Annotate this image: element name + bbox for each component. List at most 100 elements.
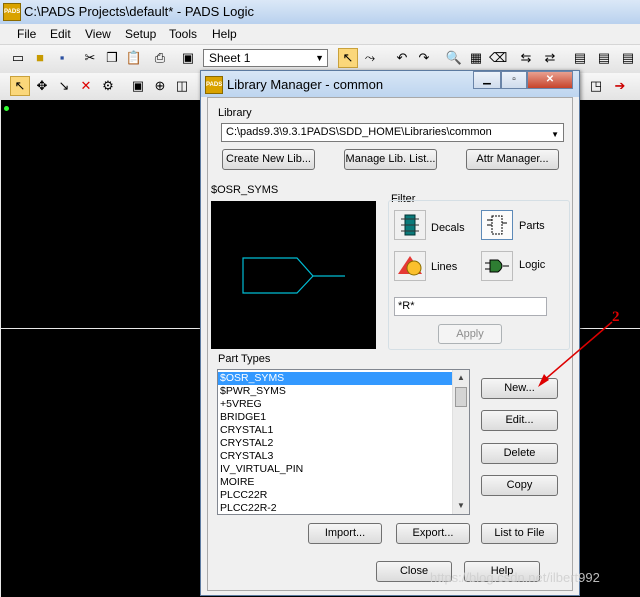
- menu-edit[interactable]: Edit: [50, 27, 71, 41]
- parts-filter-button[interactable]: [481, 210, 513, 240]
- sheet-select[interactable]: Sheet 1 ▼: [203, 49, 328, 67]
- part-icon: [487, 215, 507, 235]
- copy-icon[interactable]: ❐: [102, 48, 122, 68]
- paste-icon[interactable]: 📋: [124, 48, 144, 68]
- menu-tools[interactable]: Tools: [169, 27, 197, 41]
- dialog-body: Library C:\pads9.3\9.3.1PADS\SDD_HOME\Li…: [207, 97, 573, 591]
- new-file-icon[interactable]: ▭: [8, 48, 28, 68]
- part-type-item[interactable]: BRIDGE1: [218, 411, 469, 424]
- logic-gate-icon: [485, 259, 509, 273]
- cross-probe-icon[interactable]: ⇄: [540, 48, 560, 68]
- export-button[interactable]: Export...: [396, 523, 470, 544]
- print-icon[interactable]: ⎙: [150, 48, 170, 68]
- part-types-label: Part Types: [218, 353, 271, 365]
- properties-icon[interactable]: ⚙: [98, 76, 118, 96]
- select-mode-icon[interactable]: ↖: [338, 48, 358, 68]
- lines-label: Lines: [431, 261, 458, 273]
- attr-manager-button[interactable]: Attr Manager...: [466, 149, 559, 170]
- scroll-thumb[interactable]: [455, 387, 467, 407]
- filter-text-input[interactable]: *R*: [394, 297, 547, 316]
- dialog-title: Library Manager - common: [227, 77, 384, 92]
- part-type-item[interactable]: $PWR_SYMS: [218, 385, 469, 398]
- pads-router-icon[interactable]: ▤: [594, 48, 614, 68]
- delete-icon[interactable]: ✕: [76, 76, 96, 96]
- annotation-number: 2: [612, 309, 620, 325]
- pads-layout-icon[interactable]: ▤: [570, 48, 590, 68]
- scroll-down-icon[interactable]: ▼: [454, 499, 468, 513]
- save-icon[interactable]: ▪: [52, 48, 72, 68]
- menu-file[interactable]: File: [17, 27, 36, 41]
- cut-icon[interactable]: ✂: [80, 48, 100, 68]
- app-title-bar: PADS C:\PADS Projects\default* - PADS Lo…: [0, 0, 640, 25]
- arrow-right-icon[interactable]: ➔: [610, 76, 630, 96]
- add-bus-icon[interactable]: ◫: [172, 76, 192, 96]
- part-type-item[interactable]: MOIRE: [218, 476, 469, 489]
- sheet-icon[interactable]: ▣: [178, 48, 198, 68]
- part-type-item[interactable]: CRYSTAL3: [218, 450, 469, 463]
- netlist-icon[interactable]: ⇆: [516, 48, 536, 68]
- preview-label: $OSR_SYMS: [211, 184, 279, 196]
- part-type-item[interactable]: $OSR_SYMS: [218, 372, 469, 385]
- library-icon[interactable]: ▦: [466, 48, 486, 68]
- watermark-text: https://blog.csdn.net/ilbert992: [430, 570, 600, 585]
- menu-bar: File Edit View Setup Tools Help: [0, 24, 640, 45]
- wire-icon[interactable]: ↘: [54, 76, 74, 96]
- logic-filter-button[interactable]: [481, 251, 513, 281]
- menu-view[interactable]: View: [85, 27, 111, 41]
- decals-label: Decals: [431, 222, 465, 234]
- part-type-item[interactable]: CRYSTAL1: [218, 424, 469, 437]
- part-type-item[interactable]: IV_VIRTUAL_PIN: [218, 463, 469, 476]
- zoom-icon[interactable]: 🔍: [444, 48, 464, 68]
- origin-marker: [4, 106, 9, 111]
- pads-logo-icon: PADS: [205, 76, 223, 94]
- part-type-item[interactable]: CRYSTAL2: [218, 437, 469, 450]
- maximize-button[interactable]: ▫: [501, 71, 527, 89]
- chevron-down-icon: ▼: [551, 130, 559, 139]
- part-type-item[interactable]: PLCC22R-2: [218, 502, 469, 514]
- parts-label: Parts: [519, 220, 545, 232]
- edit-button[interactable]: Edit...: [481, 410, 558, 431]
- crosshair-vertical: [0, 100, 1, 597]
- part-types-items: $OSR_SYMS $PWR_SYMS +5VREG BRIDGE1 CRYSTAL1 C…: [218, 370, 469, 514]
- open-folder-icon[interactable]: ■: [30, 48, 50, 68]
- pads-link-icon[interactable]: ▤: [618, 48, 638, 68]
- menu-setup[interactable]: Setup: [125, 27, 156, 41]
- minimize-button[interactable]: ▁: [473, 71, 501, 89]
- part-type-item[interactable]: PLCC22R: [218, 489, 469, 502]
- decals-filter-button[interactable]: [394, 210, 426, 240]
- import-button[interactable]: Import...: [308, 523, 382, 544]
- sheet-select-value: Sheet 1: [209, 51, 251, 65]
- lines-filter-button[interactable]: [394, 251, 426, 281]
- lines-icon: [398, 256, 422, 276]
- library-select[interactable]: C:\pads9.3\9.3.1PADS\SDD_HOME\Libraries\…: [221, 123, 564, 142]
- part-types-list[interactable]: $OSR_SYMS $PWR_SYMS +5VREG BRIDGE1 CRYSTAL1 C…: [217, 369, 470, 515]
- copy-button[interactable]: Copy: [481, 475, 558, 496]
- dialog-title-bar: PADS Library Manager - common ▁ ▫ ✕: [201, 71, 579, 97]
- route-icon[interactable]: ⤳: [360, 48, 380, 68]
- redo-icon[interactable]: ↷: [414, 48, 434, 68]
- add-part-icon[interactable]: ▣: [128, 76, 148, 96]
- pointer-icon[interactable]: ↖: [10, 76, 30, 96]
- library-manager-dialog: PADS Library Manager - common ▁ ▫ ✕ Libr…: [200, 70, 580, 596]
- list-scrollbar[interactable]: ▲ ▼: [452, 370, 469, 514]
- scroll-up-icon[interactable]: ▲: [454, 371, 468, 385]
- eraser-icon[interactable]: ⌫: [488, 48, 508, 68]
- menu-help[interactable]: Help: [212, 27, 237, 41]
- decal-icon: [401, 214, 419, 236]
- close-window-button[interactable]: ✕: [527, 71, 573, 89]
- add-connection-icon[interactable]: ⊕: [150, 76, 170, 96]
- version-icon[interactable]: ◳: [586, 76, 606, 96]
- part-type-item[interactable]: +5VREG: [218, 398, 469, 411]
- apply-button[interactable]: Apply: [438, 324, 502, 344]
- undo-icon[interactable]: ↶: [392, 48, 412, 68]
- library-path: C:\pads9.3\9.3.1PADS\SDD_HOME\Libraries\…: [226, 126, 492, 138]
- manage-lib-list-button[interactable]: Manage Lib. List...: [344, 149, 437, 170]
- pads-logo-icon: PADS: [3, 3, 21, 21]
- delete-button[interactable]: Delete: [481, 443, 558, 464]
- move-icon[interactable]: ✥: [32, 76, 52, 96]
- preview-symbol: [242, 257, 345, 294]
- create-new-lib-button[interactable]: Create New Lib...: [222, 149, 315, 170]
- app-title: C:\PADS Projects\default* - PADS Logic: [24, 4, 255, 19]
- list-to-file-button[interactable]: List to File: [481, 523, 558, 544]
- chevron-down-icon: ▼: [315, 53, 324, 63]
